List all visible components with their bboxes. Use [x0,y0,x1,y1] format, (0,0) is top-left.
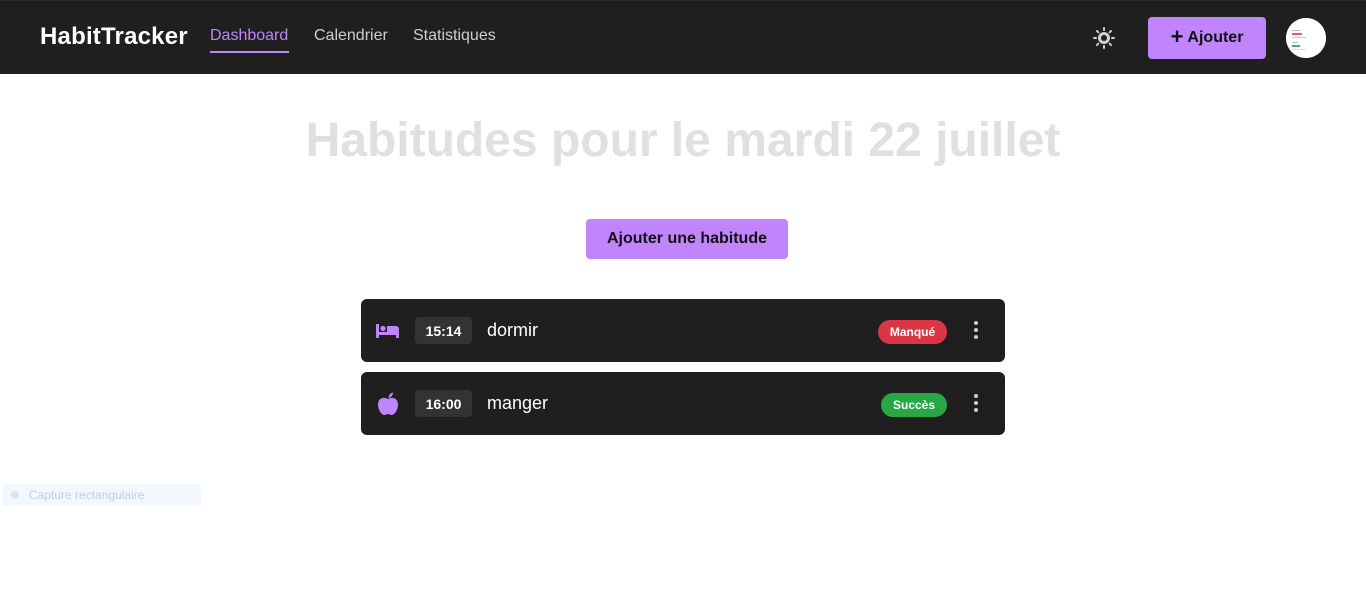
menu-dot [974,321,978,325]
capture-label: Capture rectangulaire [29,488,145,502]
top-navbar: HabitTracker Dashboard Calendrier Statis… [0,0,1366,74]
nav-link-dashboard[interactable]: Dashboard [210,27,288,45]
habit-time: 15:14 [415,317,472,344]
habit-name: dormir [487,320,539,340]
habit-card[interactable]: 15:14 dormir Manqué [361,299,1005,362]
status-badge-success[interactable]: Succès [881,393,947,417]
plus-icon: + [1170,23,1184,49]
add-button[interactable]: + Ajouter [1148,17,1266,59]
habit-name: manger [487,393,549,413]
menu-dot [974,335,978,339]
add-habit-button[interactable]: Ajouter une habitude [586,219,788,259]
sun-icon [1093,27,1115,49]
nav-link-statistiques[interactable]: Statistiques [413,27,496,45]
habit-menu-button[interactable] [968,392,984,414]
avatar-image [1286,18,1326,58]
menu-dot [974,394,978,398]
apple-icon [375,391,401,417]
status-badge-missed[interactable]: Manqué [878,320,947,344]
brand-logo[interactable]: HabitTracker [40,23,188,51]
nav-link-calendrier[interactable]: Calendrier [314,27,388,45]
habit-menu-button[interactable] [968,319,984,341]
habit-time: 16:00 [415,390,472,417]
habit-card[interactable]: 16:00 manger Succès [361,372,1005,435]
bed-icon [375,318,401,344]
page-title: Habitudes pour le mardi 22 juillet [305,114,1061,167]
menu-dot [974,328,978,332]
avatar[interactable] [1286,18,1326,58]
theme-toggle-button[interactable] [1091,25,1117,51]
add-button-label: Ajouter [1187,29,1244,46]
capture-icon [11,491,19,499]
menu-dot [974,401,978,405]
menu-dot [974,408,978,412]
active-nav-underline [210,51,289,53]
capture-overlay: Capture rectangulaire [3,484,201,506]
